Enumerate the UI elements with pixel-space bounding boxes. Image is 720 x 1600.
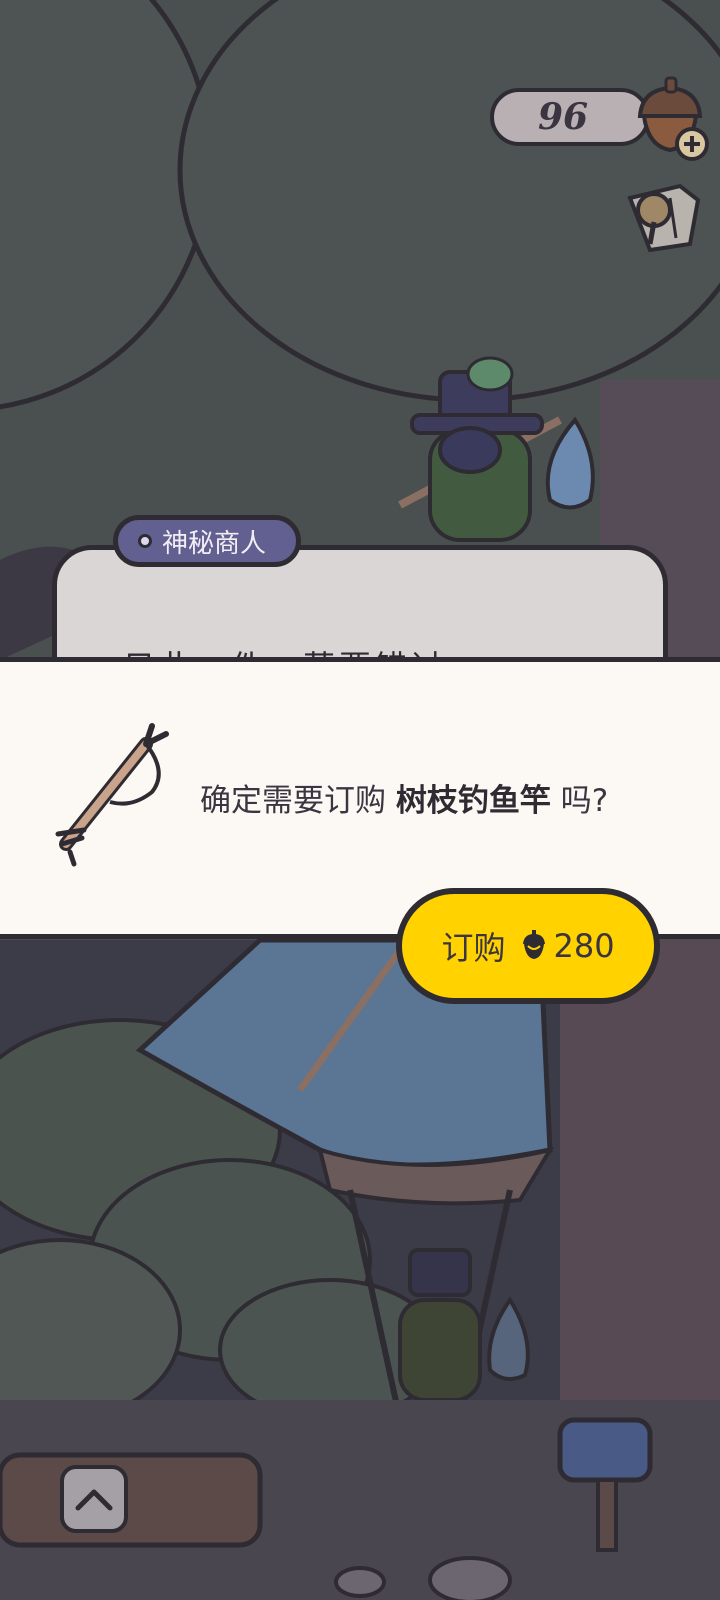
chevron-up-icon — [75, 1489, 113, 1511]
confirm-message: 确定需要订购 树枝钓鱼竿 吗? — [200, 775, 608, 820]
map-icon[interactable] — [620, 178, 706, 258]
acorn-plus-icon[interactable] — [628, 74, 712, 164]
expand-up-button[interactable] — [60, 1465, 128, 1533]
acorn-counter: 96 — [490, 88, 650, 146]
order-button-label: 订购 — [441, 929, 506, 967]
item-name: 树枝钓鱼竿 — [395, 783, 551, 819]
confirm-suffix: 吗? — [550, 783, 609, 819]
acorn-icon — [523, 930, 546, 959]
order-button[interactable]: 订购 280 — [396, 888, 660, 1004]
order-price: 280 — [519, 927, 615, 965]
price-value: 280 — [553, 927, 615, 965]
acorn-count: 96 — [538, 96, 589, 138]
confirm-prefix: 确定需要订购 — [200, 783, 396, 819]
branch-fishing-rod-icon — [55, 723, 169, 867]
speaker-name: 神秘商人 — [162, 528, 267, 559]
speaker-dot-icon — [138, 534, 152, 548]
speaker-name-tag: 神秘商人 — [113, 515, 302, 567]
